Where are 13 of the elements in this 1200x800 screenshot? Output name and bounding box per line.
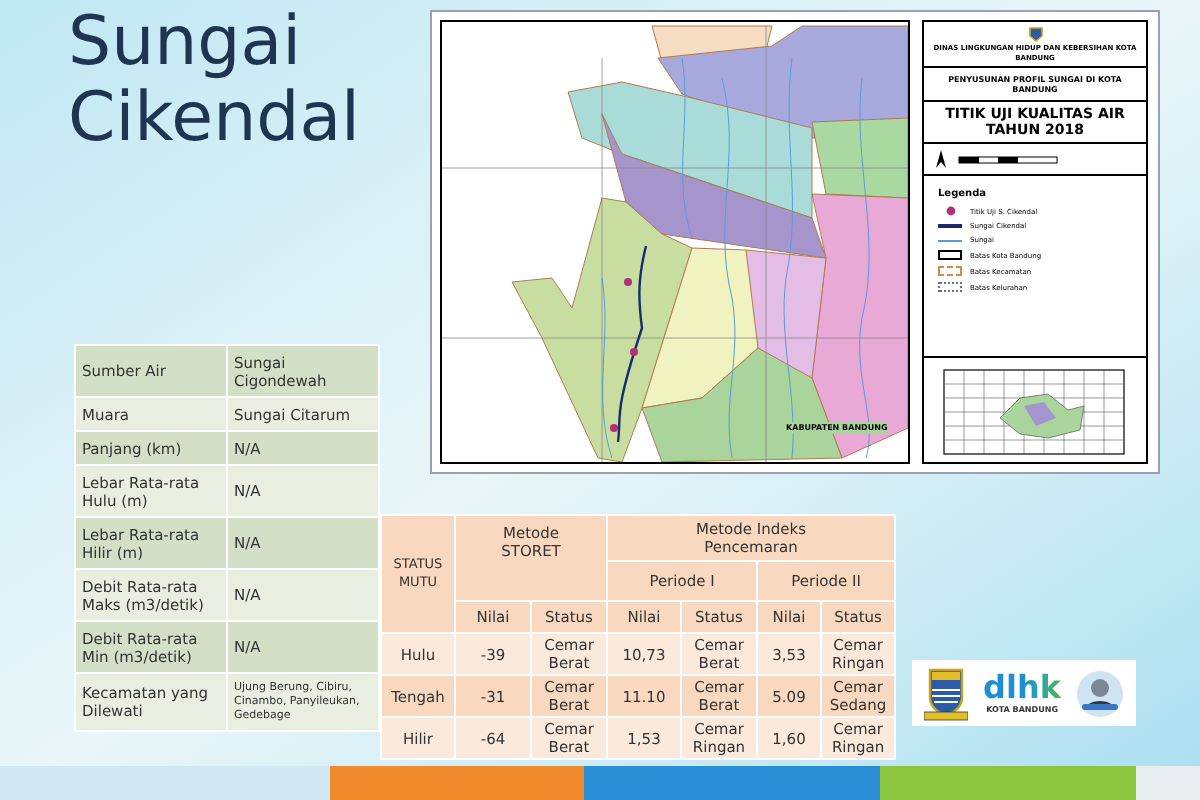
scale-bar-icon <box>958 155 1058 163</box>
slide-title: Sungai Cikendal <box>68 4 362 156</box>
agency-logo-text: dlhk <box>983 672 1062 704</box>
border-symbol-icon <box>938 282 962 292</box>
line-symbol-icon <box>938 239 962 241</box>
border-symbol-icon <box>938 250 962 260</box>
border-symbol-icon <box>938 266 962 276</box>
north-arrow-icon <box>936 150 946 168</box>
crest-icon <box>1027 26 1043 42</box>
line-symbol-icon <box>938 224 962 228</box>
city-crest-icon <box>923 665 968 721</box>
point-symbol-icon <box>945 206 955 216</box>
mascot-avatar-icon <box>1076 669 1125 717</box>
